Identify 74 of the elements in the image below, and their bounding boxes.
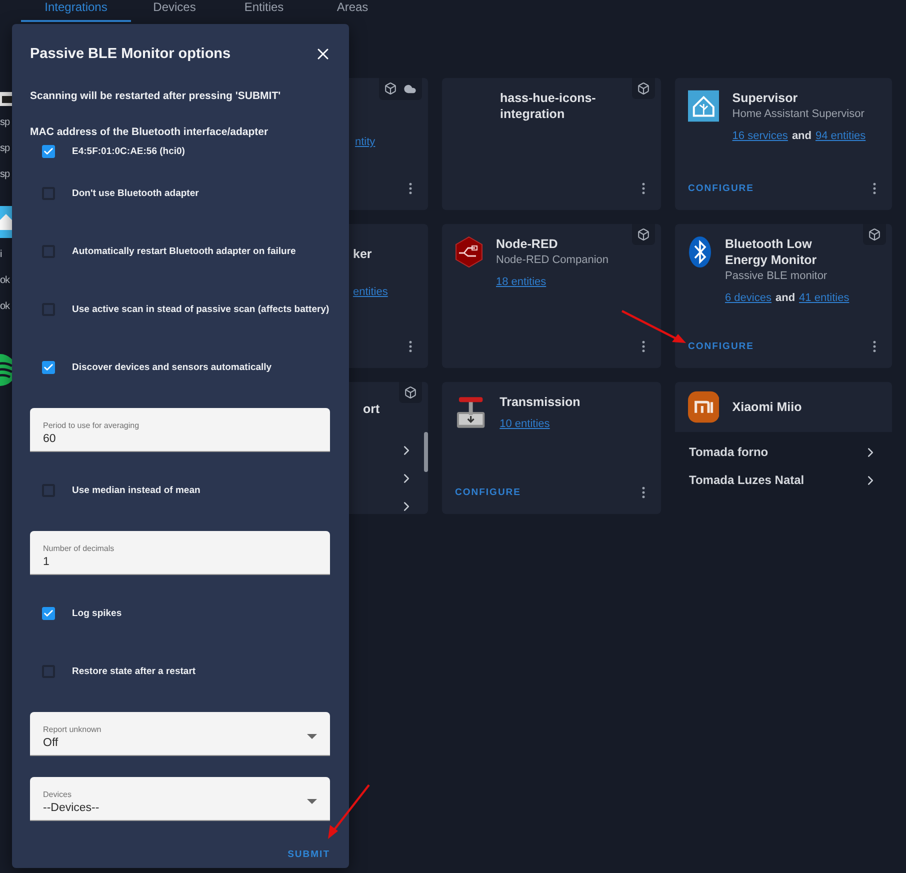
entity-link[interactable]: entities xyxy=(353,286,388,298)
integration-title: Transmission xyxy=(500,394,582,410)
truncated-text: ok xyxy=(0,300,10,314)
checkbox[interactable] xyxy=(42,144,55,158)
conjunction-text: and xyxy=(792,130,812,142)
integration-subtitle: Passive BLE monitor xyxy=(725,269,828,284)
integration-title: Supervisor xyxy=(732,90,799,106)
device-list-item[interactable]: Tomada forno xyxy=(675,438,892,466)
integration-title: ort xyxy=(363,401,381,417)
dialog-note: Scanning will be restarted after pressing 'SUBMIT' xyxy=(30,90,282,102)
checkbox[interactable] xyxy=(42,606,55,620)
entity-link[interactable]: 41 entities xyxy=(799,292,850,304)
entity-link[interactable]: 16 services xyxy=(732,130,788,142)
integration-subtitle: Home Assistant Supervisor xyxy=(732,107,866,122)
integration-title: Bluetooth Low Energy Monitor xyxy=(725,236,818,268)
input-field[interactable]: Number of decimals 1 xyxy=(30,531,330,575)
tab[interactable]: Entities xyxy=(218,0,310,22)
checkbox[interactable] xyxy=(42,484,55,496)
caret-icon xyxy=(307,734,317,740)
integration-subtitle: Node-RED Companion xyxy=(496,253,610,268)
truncated-text: sp xyxy=(0,168,10,182)
tab[interactable]: Areas xyxy=(310,0,395,22)
checkbox[interactable] xyxy=(42,244,55,258)
hexagon-icon xyxy=(455,236,483,268)
select-field[interactable]: Devices --Devices-- xyxy=(30,777,330,821)
cube-icon xyxy=(404,386,417,399)
tab[interactable]: Devices xyxy=(131,0,218,22)
entity-link[interactable]: 18 entities xyxy=(496,276,546,288)
logo-icon xyxy=(688,391,720,423)
input-field[interactable]: Period to use for averaging 60 xyxy=(30,408,330,452)
checkbox[interactable] xyxy=(42,186,55,200)
annotation-arrow xyxy=(621,309,687,345)
annotation-arrow xyxy=(325,783,371,840)
lever-icon xyxy=(455,394,487,430)
checkbox-row[interactable]: Use median instead of mean xyxy=(30,461,330,519)
caret-icon xyxy=(307,798,317,804)
scrollbar[interactable] xyxy=(424,432,428,472)
configure-button[interactable]: CONFIGURE xyxy=(688,340,754,352)
entity-link[interactable]: ntity xyxy=(355,136,376,148)
checkbox-row[interactable]: Automatically restart Bluetooth adapter on failure xyxy=(30,222,330,280)
checkbox-row[interactable]: Log spikes xyxy=(30,584,330,642)
checkbox[interactable] xyxy=(42,664,55,678)
checkbox-row[interactable]: Discover devices and sensors automatically xyxy=(30,338,330,396)
conjunction-text: and xyxy=(775,292,796,304)
truncated-text: i xyxy=(0,248,2,262)
checkbox[interactable] xyxy=(42,302,55,316)
truncated-text: ok xyxy=(0,274,10,288)
select-field[interactable]: Report unknown Off xyxy=(30,712,330,756)
configure-button[interactable]: CONFIGURE xyxy=(455,486,521,498)
dialog-title: Passive BLE Monitor options xyxy=(30,46,231,62)
integration-title: Xiaomi Miio xyxy=(732,399,803,415)
integration-title: Node-RED xyxy=(496,236,559,252)
truncated-text: sp xyxy=(0,142,10,156)
checkbox-row[interactable]: Don't use Bluetooth adapter xyxy=(30,164,330,222)
section-label: MAC address of the Bluetooth interface/adapter xyxy=(30,126,270,138)
cube-icon xyxy=(637,228,650,241)
cloud-icon xyxy=(403,82,417,96)
device-list-item[interactable]: Tomada Luzes Natal xyxy=(675,466,892,494)
integration-title: ker xyxy=(353,246,373,262)
entity-link[interactable]: 94 entities xyxy=(816,130,866,142)
cube-icon xyxy=(384,82,397,95)
checkbox[interactable] xyxy=(42,360,55,374)
checkbox-row[interactable]: Restore state after a restart xyxy=(30,642,330,700)
entity-link[interactable]: 10 entities xyxy=(500,418,550,430)
checkbox-row[interactable]: E4:5F:01:0C:AE:56 (hci0) xyxy=(30,138,330,164)
bluetooth-icon xyxy=(688,236,712,268)
configure-button[interactable]: CONFIGURE xyxy=(688,182,754,194)
truncated-text: sp xyxy=(0,116,10,130)
entity-link[interactable]: 6 devices xyxy=(725,292,772,304)
cube-icon xyxy=(637,82,650,95)
checkbox-row[interactable]: Use active scan in stead of passive scan (affects battery) xyxy=(30,280,330,338)
cube-icon xyxy=(868,228,881,241)
integration-title: hass-hue-icons-integration xyxy=(500,90,597,122)
tab[interactable]: Integrations xyxy=(21,0,131,22)
